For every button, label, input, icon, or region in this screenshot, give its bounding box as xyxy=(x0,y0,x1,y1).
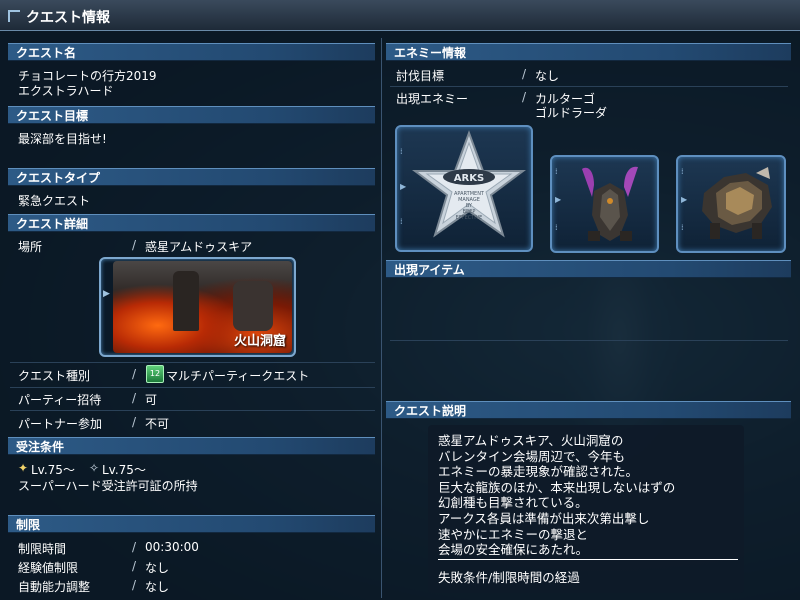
main-class-icon: ✦ xyxy=(18,461,29,475)
location-caption: 火山洞窟 xyxy=(233,334,286,349)
party-invite-label: パーティー招待 xyxy=(18,393,102,407)
emblem-title: ARKS xyxy=(454,173,484,184)
divider xyxy=(390,340,788,341)
auto-adjust-label: 自動能力調整 xyxy=(18,580,91,594)
location-value: 惑星アムドゥスキア xyxy=(145,240,253,254)
quest-kind-label: クエスト種別 xyxy=(18,369,91,383)
quest-description-panel: 惑星アムドゥスキア、火山洞窟の バレンタイン会場周辺で、今年も エネミーの暴走現… xyxy=(428,425,744,593)
multi-party-icon: 12 xyxy=(146,365,164,383)
frame-arrow-icon: ▶ xyxy=(103,289,110,299)
separator: / xyxy=(132,415,137,429)
separator: / xyxy=(132,540,137,554)
separator: / xyxy=(522,90,527,104)
window-title: クエスト情報 xyxy=(26,10,110,26)
separator: / xyxy=(522,67,527,81)
arks-star-icon: ARKS APARTMENT MANAGE BY BEEP EFFECTIVE xyxy=(412,130,526,238)
enemy-card-goldrahda[interactable]: ⁞ ▶ ⁞ xyxy=(676,155,786,253)
section-header-objective: クエスト目標 xyxy=(8,106,375,124)
fail-condition: 失敗条件/制限時間の経過 xyxy=(438,570,580,585)
sub-class-icon: ✧ xyxy=(89,461,100,475)
title-corner-icon xyxy=(8,10,20,22)
window-titlebar[interactable]: クエスト情報 xyxy=(0,0,800,31)
separator: / xyxy=(132,578,137,592)
emblem-line-5: EFFECTIVE xyxy=(456,215,483,221)
quest-type: 緊急クエスト xyxy=(18,194,91,208)
party-invite-value: 可 xyxy=(145,393,158,407)
partner-value: 不可 xyxy=(145,417,170,431)
goldrahda-icon xyxy=(702,167,772,239)
section-header-limits: 制限 xyxy=(8,515,375,533)
auto-adjust-value: なし xyxy=(145,580,170,594)
partner-label: パートナー参加 xyxy=(18,417,103,431)
separator: / xyxy=(132,559,137,573)
section-header-quest-type: クエストタイプ xyxy=(8,168,375,186)
divider xyxy=(10,387,375,388)
carthago-icon xyxy=(582,166,638,241)
separator: / xyxy=(132,391,137,405)
volcano-cave-image: 火山洞窟 xyxy=(113,261,292,353)
appear-label: 出現エネミー xyxy=(396,92,469,106)
section-header-requirements: 受注条件 xyxy=(8,437,375,455)
arks-emblem-card[interactable]: ⁞ ▶ ⁞ ARKS APARTMENT MANAGE BY BEEP EFFECT… xyxy=(395,125,533,252)
subjugation-label: 討伐目標 xyxy=(396,69,445,83)
enemy-card-carthago[interactable]: ⁞ ▶ ⁞ xyxy=(550,155,659,253)
exp-limit-label: 経験値制限 xyxy=(18,561,79,575)
separator: / xyxy=(132,367,137,381)
section-header-description: クエスト説明 xyxy=(386,401,791,419)
separator: / xyxy=(132,238,137,252)
location-image-frame: ▶ 火山洞窟 xyxy=(99,257,296,357)
req-license: スーパーハード受注許可証の所持 xyxy=(18,479,198,493)
quest-description-text: 惑星アムドゥスキア、火山洞窟の バレンタイン会場周辺で、今年も エネミーの暴走現… xyxy=(438,433,676,558)
section-header-enemy: エネミー情報 xyxy=(386,43,791,61)
column-divider xyxy=(381,38,382,598)
quest-objective: 最深部を目指せ! xyxy=(18,132,107,146)
subjugation-value: なし xyxy=(535,69,560,83)
appear-enemy-2: ゴルドラーダ xyxy=(535,106,608,120)
req-level-main: Lv.75～ xyxy=(31,463,75,477)
section-header-items: 出現アイテム xyxy=(386,260,791,278)
location-label: 場所 xyxy=(18,240,43,254)
quest-name-line2: エクストラハード xyxy=(18,84,114,98)
section-header-details: クエスト詳細 xyxy=(8,214,375,232)
divider xyxy=(10,410,375,411)
exp-limit-value: なし xyxy=(145,561,170,575)
time-limit-value: 00:30:00 xyxy=(145,540,199,554)
time-limit-label: 制限時間 xyxy=(18,542,67,556)
divider xyxy=(10,362,375,363)
divider xyxy=(390,86,788,87)
description-divider xyxy=(438,559,738,560)
quest-info-window: クエスト情報 クエスト名 チョコレートの行方2019 エクストラハード クエスト… xyxy=(0,0,800,600)
section-header-quest-name: クエスト名 xyxy=(8,43,375,61)
quest-kind-value: マルチパーティークエスト xyxy=(166,369,310,383)
req-level-sub: Lv.75～ xyxy=(102,463,146,477)
